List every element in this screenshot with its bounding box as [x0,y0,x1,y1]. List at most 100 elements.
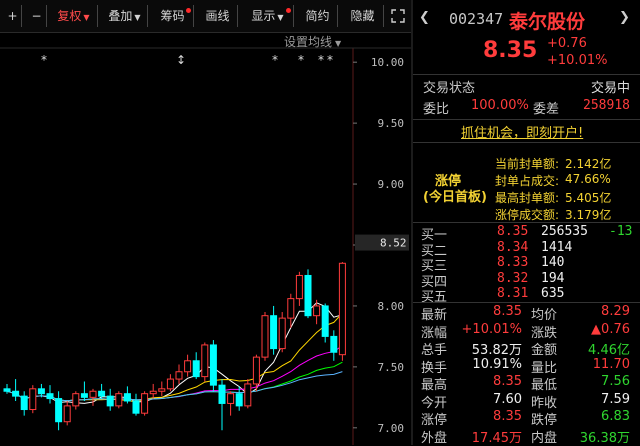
stock-code: 002347 [449,10,504,28]
event-markers: * ↕ * * * * [41,53,333,67]
orderbook-price: 8.32 [497,270,529,286]
candlestick-chart[interactable]: *↕**** 10.009.509.008.508.007.507.008.52 [0,0,411,445]
trade-status-value: 交易中 [590,81,630,96]
quote-label: 量比 [531,360,558,376]
candle-body [321,305,329,337]
quote-label: 昨收 [531,395,558,411]
candle-body [141,393,149,414]
quote-label: 最新 [421,308,448,323]
quote-row: 最新 8.35 均价 8.29 [413,304,640,323]
ma30-line [6,361,343,402]
quote-value: 8.35 [493,304,522,319]
limit-stat-label: 最高封单额: [495,191,560,205]
quote-label: 最低 [531,378,558,393]
weicha-label: 委差 [533,102,560,117]
orderbook-change: -13 [609,224,633,239]
candle-body [218,384,226,404]
candle-body [192,360,200,378]
candle-body [98,390,106,397]
orderbook-row[interactable]: 买一 8.35 256535 -13 [413,224,640,243]
expand-icon[interactable]: ❯ [619,10,630,25]
limit-stat-value: 47.66% [565,172,611,186]
quote-label: 总手 [421,343,448,358]
candle-body [55,398,63,423]
candle-body [12,390,20,397]
stock-header: ❮ 002347 泰尔股份 ❯ [413,4,640,36]
quote-row: 涨停 8.35 跌停 6.83 [413,409,640,428]
quote-row: 总手 53.82万 金额 4.46亿 [413,339,640,358]
event-marker[interactable]: * [41,53,47,67]
quote-label: 涨停 [421,413,448,428]
event-marker[interactable]: * [318,53,324,67]
quote-value: 7.60 [493,391,522,407]
candle-body [63,405,71,423]
quote-value: 8.35 [493,374,522,389]
orderbook-volume: 1414 [541,239,573,255]
candle-body [166,378,174,390]
candle-body [261,315,269,358]
price-change-pct: +10.01% [547,53,608,68]
candle-body [184,360,192,373]
event-marker[interactable]: ↕ [176,53,186,67]
candle-body [313,305,321,317]
quote-value: ▲0.76 [591,321,630,337]
orderbook-volume: 635 [541,286,565,301]
stock-name: 泰尔股份 [509,11,586,33]
orderbook-price: 8.31 [497,286,529,301]
open-account-link[interactable]: 抓住机会，即刻开户! [461,122,583,141]
candle-body [270,315,278,350]
quote-label: 均价 [531,308,558,323]
quote-value: 11.70 [592,356,630,372]
quote-value: 7.56 [601,374,630,389]
orderbook-row[interactable]: 买二 8.34 1414 [413,239,640,259]
trade-status-row: 交易状态 交易中 [413,77,640,97]
quote-value: 8.29 [601,304,630,319]
quote-value: 4.46亿 [588,343,630,358]
candle-body [175,371,183,380]
y-axis: 10.009.509.008.508.007.507.008.52 [353,56,409,435]
orderbook-row[interactable]: 买三 8.33 140 [413,255,640,274]
orderbook-volume: 256535 [541,224,588,239]
y-tick-label: 8.00 [378,300,405,313]
quote-row: 外盘 17.45万 内盘 36.38万 [413,427,640,446]
divider [413,222,640,223]
y-tick-label: 9.00 [378,178,405,191]
quote-row: 今开 7.60 昨收 7.59 [413,391,640,411]
event-marker[interactable]: * [327,53,333,67]
ma20-line [6,345,343,402]
quote-label: 内盘 [531,430,558,446]
candle-body [244,383,252,407]
y-tick-label: 10.00 [371,56,404,69]
weibi-row: 委比 100.00% 委差 258918 [413,98,640,118]
event-marker[interactable]: * [272,53,278,67]
candle-body [72,393,80,407]
weicha-value: 258918 [583,98,630,113]
candle-body [132,400,140,414]
candle-body [287,298,295,319]
candle-body [201,344,209,378]
trade-status-label: 交易状态 [423,81,476,96]
grid [0,47,411,445]
candle-body [80,393,88,398]
limit-stat-label: 当前封单额: [495,157,560,171]
event-marker[interactable]: * [298,53,304,67]
quote-value: 36.38万 [579,430,630,446]
candle-body [115,393,123,407]
limit-up-subtitle: (今日首板) [423,190,487,205]
y-tick-label: 7.50 [378,361,405,374]
candle-body [20,395,28,411]
quote-label: 最高 [421,378,448,393]
quote-panel: ❮ 002347 泰尔股份 ❯ 8.35 +0.76 +10.01% 交易状态 … [413,0,640,446]
orderbook-row[interactable]: 买五 8.31 635 [413,286,640,305]
quote-value: 8.35 [493,409,522,424]
orderbook-volume: 194 [541,270,565,286]
quote-row: 最高 8.35 最低 7.56 [413,374,640,393]
orderbook-row[interactable]: 买四 8.32 194 [413,270,640,290]
y-tick-label: 9.50 [378,117,405,130]
orderbook-price: 8.33 [497,255,529,270]
quote-value: 6.83 [601,409,630,424]
candle-body [46,393,54,400]
collapse-icon[interactable]: ❮ [419,10,430,25]
quote-value: 53.82万 [471,343,522,358]
candle-body [106,395,114,407]
